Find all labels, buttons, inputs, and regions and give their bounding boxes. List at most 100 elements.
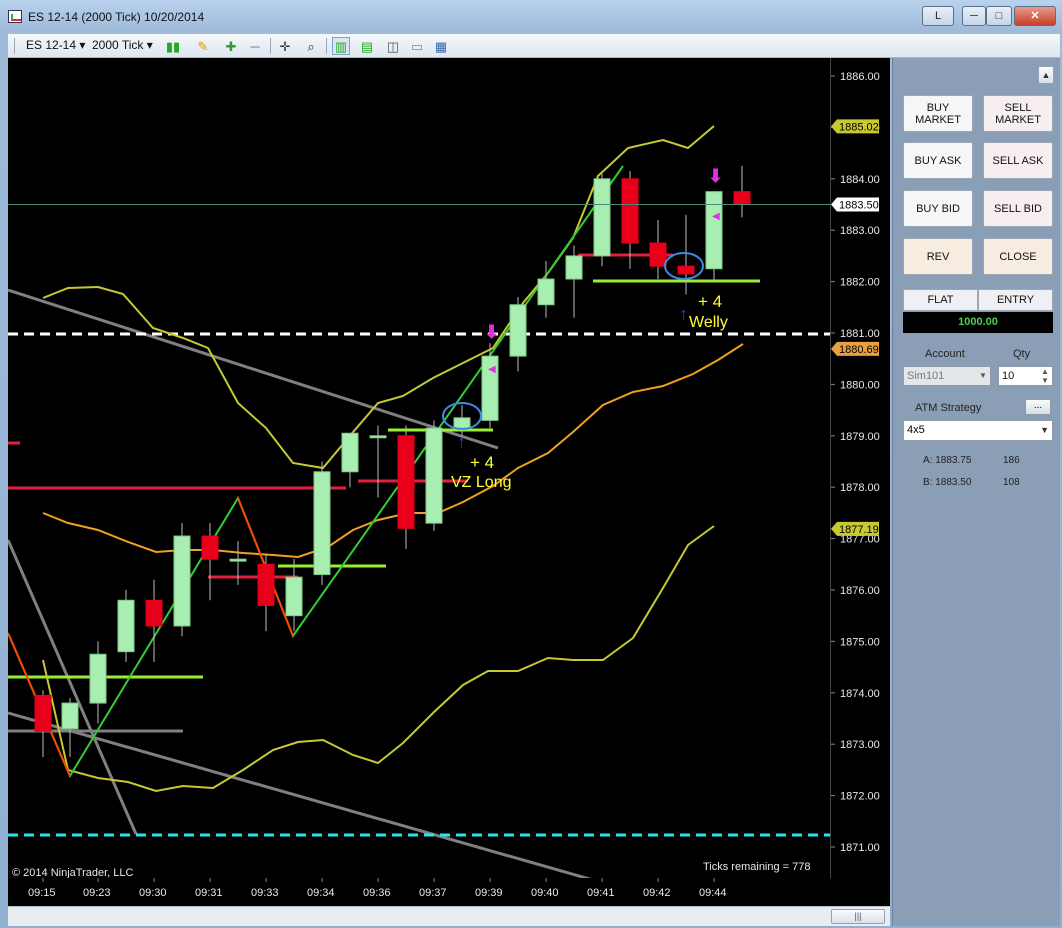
price-tick-label: 1882.00 [840, 277, 880, 289]
candle-down [145, 599, 163, 627]
bid-size: 108 [1003, 477, 1020, 488]
title-bar[interactable]: ES 12-14 (2000 Tick) 10/20/2014 L ─ □ ✕ [0, 0, 1062, 33]
indicators-icon[interactable]: ▤ [358, 37, 376, 55]
time-tick-label: 09:42 [643, 887, 671, 899]
instrument-label: ES 12-14 [26, 38, 77, 52]
interval-label: 2000 Tick [92, 38, 144, 52]
maximize-button[interactable]: □ [986, 6, 1012, 26]
ask-size: 186 [1003, 455, 1020, 466]
price-chart-canvas[interactable]: ↑ ↑ ⬇ ⬇ ◀ ◀ + 4 VZ Long + 4 Welly © 2014 NinjaTrad… [8, 58, 830, 878]
candle-up [173, 535, 191, 627]
candle-up [565, 255, 583, 280]
time-tick-label: 09:36 [363, 887, 391, 899]
horizontal-scrollbar[interactable]: ||| [8, 906, 890, 926]
buy-market-label: BUY MARKET [915, 101, 961, 126]
candle-up [453, 417, 471, 429]
data-box-icon[interactable]: ▭ [408, 37, 426, 55]
panel-collapse-icon[interactable]: ▲ [1038, 66, 1054, 84]
bid-price: B: 1883.50 [923, 477, 972, 488]
atm-strategy-select[interactable]: 4x5 ▼ [903, 420, 1053, 441]
candle-up [537, 278, 555, 306]
price-tick-label: 1886.00 [840, 71, 880, 83]
time-tick-label: 09:34 [307, 887, 335, 899]
time-tick-label: 09:41 [587, 887, 615, 899]
qty-stepper[interactable]: 10 ▲ ▼ [998, 366, 1053, 386]
price-marker-label: 1880.69 [839, 344, 879, 356]
properties-icon[interactable]: ▦ [432, 37, 450, 55]
time-tick-label: 09:30 [139, 887, 167, 899]
entry-tab[interactable]: ENTRY [978, 289, 1053, 311]
atm-strategy-label: ATM Strategy [915, 402, 982, 414]
price-tick-label: 1874.00 [840, 688, 880, 700]
middle-band [42, 343, 744, 559]
candle-up [369, 435, 387, 439]
candle-up [425, 427, 443, 524]
link-button[interactable]: L [922, 6, 954, 26]
price-chart[interactable]: ↑ ↑ ⬇ ⬇ ◀ ◀ + 4 VZ Long + 4 Welly © 2014 NinjaTrad… [8, 58, 830, 878]
pnl-display: 1000.00 [903, 312, 1053, 333]
candle-down [397, 435, 415, 529]
interval-selector[interactable]: 2000 Tick ▾ [92, 38, 153, 52]
time-axis[interactable]: 09:15 09:23 09:30 09:31 09:33 09:34 09:36 09:37… [8, 878, 890, 906]
candle-down [733, 191, 751, 205]
chevron-down-icon: ▾ [79, 38, 86, 52]
price-axis[interactable]: 1886.001885.001884.001883.001882.001881.… [830, 58, 890, 878]
stepper-arrows-icon[interactable]: ▲ ▼ [1038, 367, 1052, 385]
toolbar-separator [326, 38, 327, 54]
flat-tab[interactable]: FLAT [903, 289, 978, 311]
minimize-button[interactable]: ─ [962, 6, 986, 26]
account-select[interactable]: Sim101 ▼ [903, 366, 991, 386]
candle-down [34, 694, 52, 732]
price-tick-label: 1871.00 [840, 842, 880, 854]
price-tick-label: 1880.00 [840, 379, 880, 391]
price-marker-label: 1885.02 [839, 121, 879, 133]
candle-down [677, 265, 695, 275]
trendline [8, 711, 592, 878]
price-tick-label: 1884.00 [840, 174, 880, 186]
zoom-out-icon[interactable]: ─ [246, 37, 264, 55]
buy-bid-button[interactable]: BUY BID [903, 190, 973, 227]
candle-down [257, 563, 275, 606]
toolbar-grip [14, 38, 15, 54]
reverse-button[interactable]: REV [903, 238, 973, 275]
sell-market-label: SELL MARKET [995, 101, 1041, 126]
trendline [8, 288, 499, 450]
buy-market-button[interactable]: BUY MARKET [903, 95, 973, 132]
candle-up [229, 558, 247, 562]
qty-label: Qty [1013, 348, 1031, 360]
time-tick-label: 09:39 [475, 887, 503, 899]
chart-trader-icon[interactable]: ▥ [332, 37, 350, 55]
chart-toolbar: ES 12-14 ▾ 2000 Tick ▾ ▮▮ ✎ ✚ ─ ✛ ⌕ ▥ ▤ … [8, 34, 1060, 58]
chevron-down-icon: ▼ [1040, 425, 1049, 435]
scrollbar-thumb[interactable]: ||| [831, 909, 885, 924]
bar-type-icon[interactable]: ▮▮ [164, 37, 182, 55]
sell-market-button[interactable]: SELL MARKET [983, 95, 1053, 132]
candle-up [313, 471, 331, 576]
chevron-down-icon: ▾ [146, 38, 153, 52]
close-position-button[interactable]: CLOSE [983, 238, 1053, 275]
drawing-pencil-icon[interactable]: ✎ [194, 37, 212, 55]
time-tick-label: 09:15 [28, 887, 56, 899]
sell-bid-button[interactable]: SELL BID [983, 190, 1053, 227]
window-title: ES 12-14 (2000 Tick) 10/20/2014 [28, 10, 205, 24]
strategies-icon[interactable]: ◫ [384, 37, 402, 55]
instrument-selector[interactable]: ES 12-14 ▾ [26, 38, 85, 52]
buy-ask-button[interactable]: BUY ASK [903, 142, 973, 179]
crosshair-icon[interactable]: ✛ [276, 37, 294, 55]
candle-up [593, 178, 611, 257]
trendline [8, 539, 138, 835]
zoom-in-icon[interactable]: ✚ [222, 37, 240, 55]
atm-strategy-options-button[interactable]: ... [1025, 399, 1051, 415]
magnifier-icon[interactable]: ⌕ [302, 37, 320, 55]
close-button[interactable]: ✕ [1014, 6, 1056, 26]
sell-ask-button[interactable]: SELL ASK [983, 142, 1053, 179]
chart-annotation: + 4 [698, 292, 722, 311]
price-tick-label: 1876.00 [840, 585, 880, 597]
qty-value: 10 [1002, 370, 1015, 382]
price-marker-label: 1883.50 [839, 200, 879, 212]
toolbar-separator [270, 38, 271, 54]
price-tick-label: 1873.00 [840, 739, 880, 751]
down-arrow-icon: ⬇ [708, 166, 723, 186]
price-tick-label: 1881.00 [840, 328, 880, 340]
candle-up [117, 599, 135, 653]
